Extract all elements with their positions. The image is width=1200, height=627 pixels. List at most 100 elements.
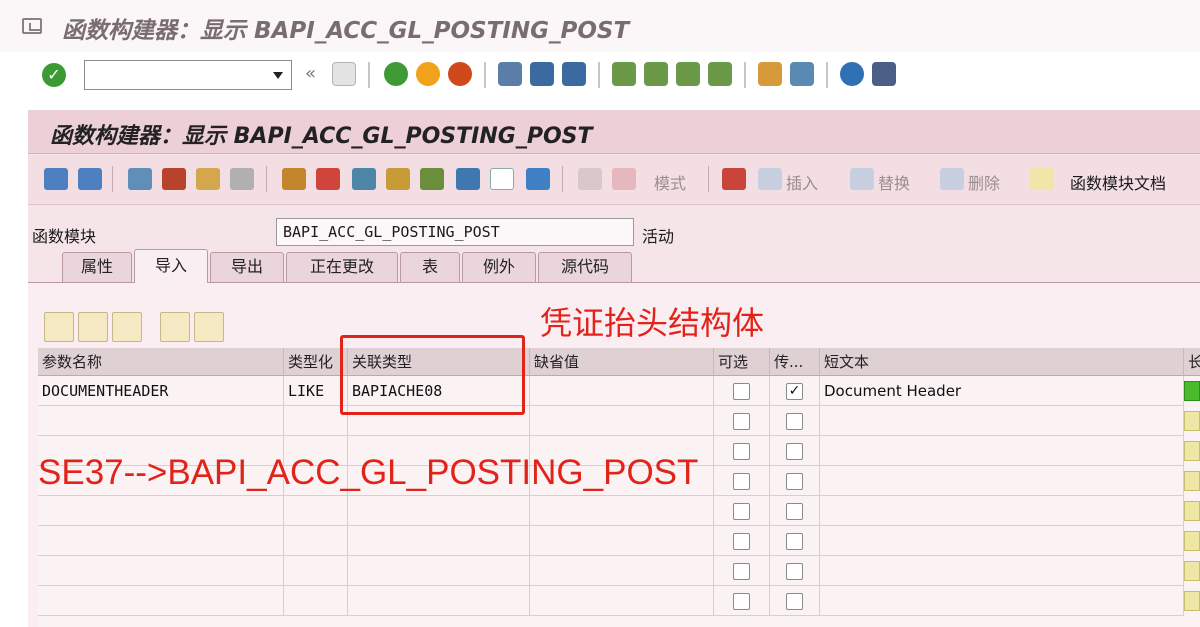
pattern-icon[interactable] xyxy=(578,168,602,190)
help-icon[interactable] xyxy=(840,62,864,86)
print-icon[interactable] xyxy=(498,62,522,86)
insert-icon[interactable] xyxy=(758,168,782,190)
tab-export[interactable]: 导出 xyxy=(210,252,284,282)
optional-checkbox[interactable] xyxy=(733,473,750,490)
long-text-icon[interactable] xyxy=(1184,591,1200,611)
pretty-printer-icon[interactable] xyxy=(612,168,636,190)
long-text-icon[interactable] xyxy=(1184,471,1200,491)
table-cell-empty[interactable] xyxy=(820,526,1184,556)
table-cell-empty[interactable] xyxy=(284,496,348,526)
optional-checkbox[interactable] xyxy=(733,533,750,550)
table-cell-default[interactable] xyxy=(530,376,714,406)
pass-value-checkbox[interactable] xyxy=(786,593,803,610)
pass-value-checkbox[interactable] xyxy=(786,443,803,460)
documentation-icon[interactable] xyxy=(1030,168,1054,190)
window-icon[interactable] xyxy=(490,168,514,190)
column-header-long-text[interactable]: 长 xyxy=(1184,348,1200,376)
table-cell-empty[interactable] xyxy=(38,556,284,586)
save-icon[interactable] xyxy=(332,62,356,86)
layout-icon[interactable] xyxy=(872,62,896,86)
back-green-icon[interactable] xyxy=(384,62,408,86)
table-cell-typing[interactable]: LIKE xyxy=(284,376,348,406)
table-cell-empty[interactable] xyxy=(284,556,348,586)
mode-label[interactable]: 模式 xyxy=(654,170,686,194)
function-module-field[interactable] xyxy=(276,218,634,246)
pass-value-checkbox[interactable] xyxy=(786,473,803,490)
where-used-icon[interactable] xyxy=(352,168,376,190)
first-page-icon[interactable] xyxy=(612,62,636,86)
table-cell-param[interactable]: DOCUMENTHEADER xyxy=(38,376,284,406)
long-text-status-icon[interactable] xyxy=(1184,381,1200,401)
pass-value-checkbox[interactable] xyxy=(786,533,803,550)
table-cell-empty[interactable] xyxy=(530,496,714,526)
optional-checkbox[interactable] xyxy=(733,383,750,400)
table-cell-empty[interactable] xyxy=(530,586,714,616)
table-cell-empty[interactable] xyxy=(284,526,348,556)
table-cell-empty[interactable] xyxy=(348,556,530,586)
tab-changing[interactable]: 正在更改 xyxy=(286,252,398,282)
test-icon[interactable] xyxy=(456,168,480,190)
column-header-short-text[interactable]: 短文本 xyxy=(820,348,1184,376)
pass-value-checkbox[interactable]: ✓ xyxy=(786,383,803,400)
column-header-optional[interactable]: 可选 xyxy=(714,348,770,376)
tab-source-code[interactable]: 源代码 xyxy=(538,252,632,282)
tab-tables[interactable]: 表 xyxy=(400,252,460,282)
exit-icon[interactable] xyxy=(416,62,440,86)
tab-attributes[interactable]: 属性 xyxy=(62,252,132,282)
insert-row-icon[interactable] xyxy=(160,312,190,342)
optional-checkbox[interactable] xyxy=(733,413,750,430)
table-cell-empty[interactable] xyxy=(348,496,530,526)
info-icon[interactable] xyxy=(526,168,550,190)
command-input[interactable] xyxy=(85,61,265,89)
table-cell-empty[interactable] xyxy=(38,526,284,556)
long-text-icon[interactable] xyxy=(1184,441,1200,461)
insert-row-icon[interactable] xyxy=(722,168,746,190)
find-next-icon[interactable] xyxy=(562,62,586,86)
optional-checkbox[interactable] xyxy=(733,503,750,520)
enter-icon[interactable]: ✓ xyxy=(42,63,66,87)
table-cell-empty[interactable] xyxy=(820,466,1184,496)
table-cell-empty[interactable] xyxy=(820,556,1184,586)
tab-exceptions[interactable]: 例外 xyxy=(462,252,536,282)
display-change-icon[interactable] xyxy=(128,168,152,190)
optional-checkbox[interactable] xyxy=(733,593,750,610)
table-cell-empty[interactable] xyxy=(284,406,348,436)
optional-checkbox[interactable] xyxy=(733,563,750,580)
replace-label[interactable]: 替换 xyxy=(878,170,910,194)
delete-icon[interactable] xyxy=(940,168,964,190)
table-cell-empty[interactable] xyxy=(820,586,1184,616)
table-cell-empty[interactable] xyxy=(38,496,284,526)
edit-pencil-icon[interactable] xyxy=(316,168,340,190)
long-text-icon[interactable] xyxy=(1184,501,1200,521)
chevron-down-icon[interactable] xyxy=(273,72,283,79)
column-header-param[interactable]: 参数名称 xyxy=(38,348,284,376)
table-cell-empty[interactable] xyxy=(820,406,1184,436)
check-icon[interactable] xyxy=(230,168,254,190)
shortcut-icon[interactable] xyxy=(790,62,814,86)
pass-value-checkbox[interactable] xyxy=(786,413,803,430)
collapse-icon[interactable]: « xyxy=(305,63,316,84)
find-icon[interactable] xyxy=(530,62,554,86)
next-page-icon[interactable] xyxy=(676,62,700,86)
last-page-icon[interactable] xyxy=(708,62,732,86)
delete-label[interactable]: 删除 xyxy=(968,170,1000,194)
fm-documentation-label[interactable]: 函数模块文档 xyxy=(1070,170,1166,194)
active-inactive-icon[interactable] xyxy=(162,168,186,190)
cut-icon[interactable] xyxy=(44,312,74,342)
navigator-icon[interactable] xyxy=(386,168,410,190)
table-cell-short-text[interactable]: Document Header xyxy=(820,376,1184,406)
prev-page-icon[interactable] xyxy=(644,62,668,86)
paste-icon[interactable] xyxy=(112,312,142,342)
column-header-typing[interactable]: 类型化 xyxy=(284,348,348,376)
tab-import[interactable]: 导入 xyxy=(134,249,208,283)
long-text-icon[interactable] xyxy=(1184,561,1200,581)
table-cell-empty[interactable] xyxy=(820,436,1184,466)
copy-icon[interactable] xyxy=(78,312,108,342)
table-cell-empty[interactable] xyxy=(348,586,530,616)
table-cell-empty[interactable] xyxy=(284,586,348,616)
function-module-input[interactable] xyxy=(277,219,633,245)
long-text-icon[interactable] xyxy=(1184,531,1200,551)
table-cell-empty[interactable] xyxy=(348,526,530,556)
table-cell-empty[interactable] xyxy=(38,406,284,436)
table-cell-empty[interactable] xyxy=(38,586,284,616)
